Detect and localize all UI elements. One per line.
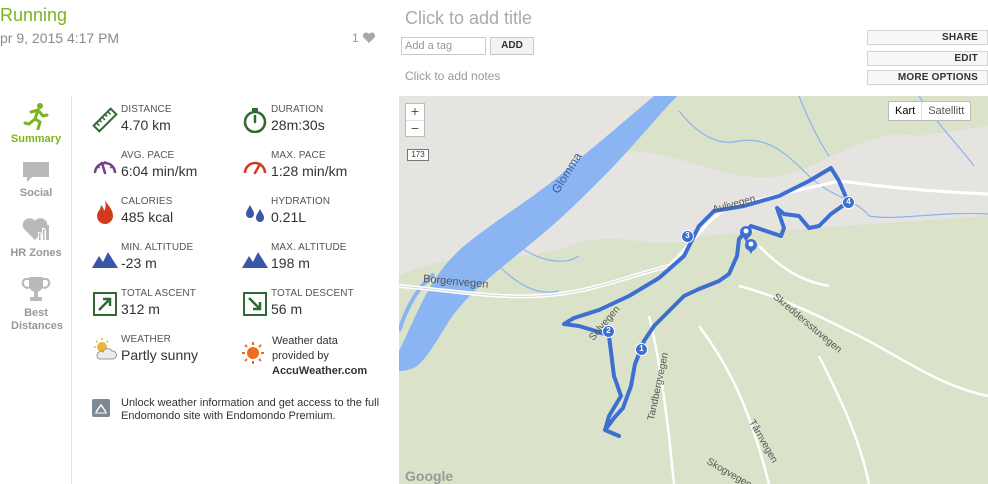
arrow-down-right-icon	[243, 292, 267, 316]
weather-note-line1: Weather data	[272, 335, 338, 347]
stat-label: DURATION	[271, 104, 324, 115]
add-title-link[interactable]: Click to add title	[405, 8, 532, 29]
zoom-controls: + −	[405, 103, 425, 137]
stat-value: 4.70 km	[121, 117, 171, 133]
map-type-satellite-button[interactable]: Satellitt	[922, 102, 970, 120]
water-drops-icon	[246, 205, 264, 222]
stat-value: 28m:30s	[271, 117, 325, 133]
stopwatch-icon	[243, 108, 267, 133]
stat-value: Partly sunny	[121, 347, 199, 363]
share-button[interactable]: SHARE	[867, 30, 988, 45]
route-marker-2[interactable]: 2	[602, 325, 615, 338]
stat-label: MIN. ALTITUDE	[121, 242, 194, 253]
mountain-icon	[92, 252, 118, 268]
nav-label-best-distances: Best Distances	[11, 307, 63, 332]
stat-value: 0.21L	[271, 209, 307, 225]
zoom-in-button[interactable]: +	[406, 104, 424, 120]
likes-counter[interactable]: 1	[352, 31, 376, 45]
nav-item-hr-zones[interactable]: HR Zones	[0, 216, 72, 260]
nav-label-summary: Summary	[10, 133, 62, 145]
stat-value: 312 m	[121, 301, 160, 317]
stat-label: DISTANCE	[121, 104, 172, 115]
stat-label: TOTAL DESCENT	[271, 288, 354, 299]
map-type-toggle: Kart Satellitt	[888, 101, 972, 121]
map-type-map-button[interactable]: Kart	[889, 102, 923, 120]
likes-count: 1	[352, 31, 359, 45]
arrow-up-right-icon	[93, 292, 117, 316]
flame-icon	[97, 200, 113, 224]
heart-icon	[362, 32, 375, 43]
stat-label: CALORIES	[121, 196, 173, 207]
trophy-icon	[21, 277, 51, 301]
add-tag-button[interactable]: ADD	[490, 37, 534, 55]
ruler-icon	[92, 107, 118, 133]
edit-button[interactable]: EDIT	[867, 51, 988, 66]
heart-chart-icon	[22, 218, 49, 240]
tag-input[interactable]	[401, 37, 486, 55]
partly-sunny-icon	[94, 338, 117, 360]
stat-label: WEATHER	[121, 334, 171, 345]
weather-note-line2: provided by	[272, 350, 329, 362]
activity-title: Running	[0, 5, 68, 25]
stat-value: 56 m	[271, 301, 303, 317]
add-notes-link[interactable]: Click to add notes	[405, 69, 500, 83]
speedometer-max-icon	[243, 161, 267, 175]
stat-label: AVG. PACE	[121, 150, 175, 161]
route-shield: 173	[407, 149, 429, 161]
stat-label: MAX. PACE	[271, 150, 326, 161]
stat-value: 6:04 min/km	[121, 163, 198, 179]
stat-label: MAX. ALTITUDE	[271, 242, 347, 253]
google-attribution: Google	[405, 468, 454, 484]
nav-label-social: Social	[19, 187, 53, 199]
runner-icon	[23, 103, 49, 130]
accuweather-sun-icon	[242, 342, 264, 364]
nav-item-social[interactable]: Social	[0, 160, 72, 200]
stat-label: TOTAL ASCENT	[121, 288, 196, 299]
stat-value: -23 m	[121, 255, 157, 271]
route-marker-4[interactable]: 4	[842, 196, 855, 209]
nav-item-summary[interactable]: Summary	[0, 102, 72, 146]
stat-label: HYDRATION	[271, 196, 331, 207]
nav-label-hr-zones: HR Zones	[10, 247, 62, 259]
premium-badge-icon	[92, 399, 110, 417]
zoom-out-button[interactable]: −	[406, 120, 424, 136]
activity-date: pr 9, 2015 4:17 PM	[0, 30, 120, 46]
weather-note-brand[interactable]: AccuWeather.com	[272, 364, 367, 379]
premium-unlock-text[interactable]: Unlock weather information and get acces…	[121, 397, 381, 423]
route-map[interactable]: + − Kart Satellitt 173 Glomma Borgenvege…	[399, 96, 988, 484]
mountain-icon	[242, 252, 268, 268]
nav-item-best-distances[interactable]: Best Distances	[0, 274, 72, 333]
route-marker-1[interactable]: 1	[635, 343, 648, 356]
stat-value: 198 m	[271, 255, 310, 271]
side-nav: Summary Social HR Zones Best Distances	[0, 96, 72, 484]
weather-attribution: Weather data provided by AccuWeather.com	[272, 334, 367, 379]
route-marker-3[interactable]: 3	[681, 230, 694, 243]
speech-bubble-icon	[23, 162, 49, 182]
stat-value: 485 kcal	[121, 209, 174, 225]
stat-value: 1:28 min/km	[271, 163, 348, 179]
more-options-button[interactable]: MORE OPTIONS	[867, 70, 988, 85]
speedometer-icon	[93, 161, 117, 175]
